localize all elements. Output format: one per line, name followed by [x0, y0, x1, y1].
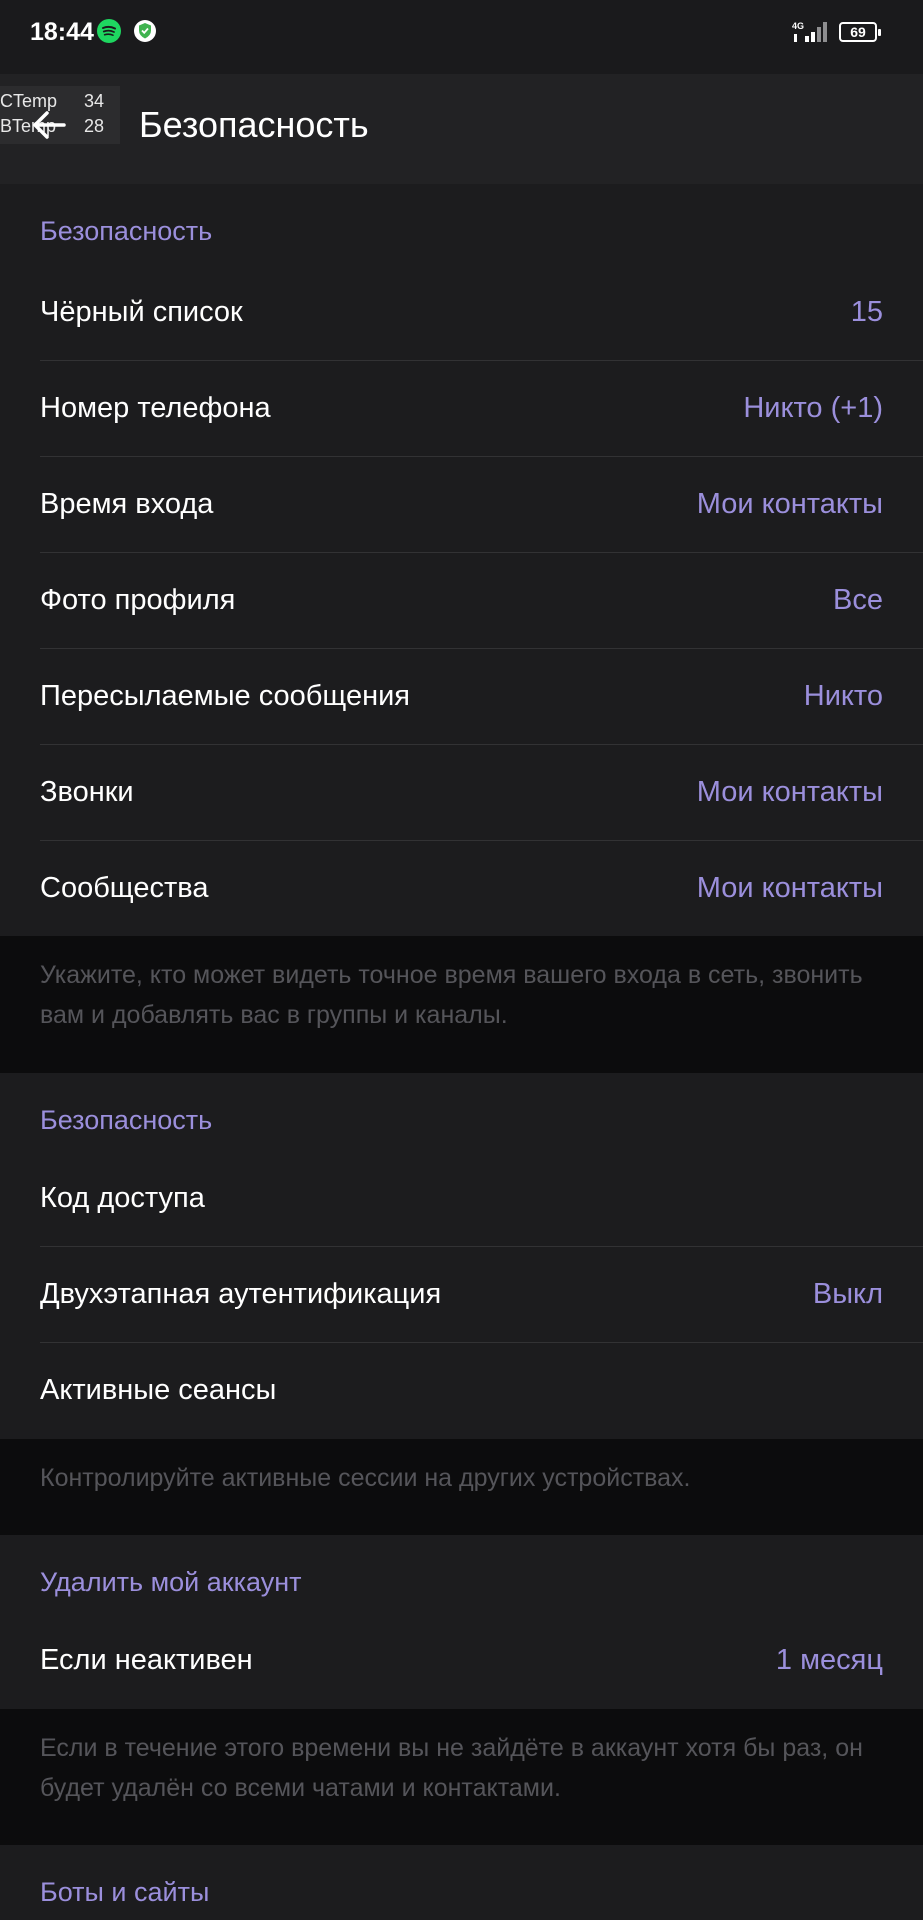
section-hint: Контролируйте активные сессии на других … — [0, 1439, 923, 1535]
status-right: 4G 69 — [791, 20, 883, 44]
forwarded-messages-row[interactable]: Пересылаемые сообщения Никто — [0, 649, 923, 745]
arrow-left-icon — [33, 111, 66, 139]
section-header: Удалить мой аккаунт — [40, 1567, 302, 1597]
row-value: 1 месяц — [775, 1644, 883, 1676]
row-label: Чёрный список — [40, 296, 243, 328]
row-label: Сообщества — [40, 872, 209, 904]
calls-row[interactable]: Звонки Мои контакты — [0, 745, 923, 841]
section-header: Безопасность — [40, 216, 213, 246]
row-label: Звонки — [40, 776, 134, 808]
bots-sites-section: Боты и сайты — [0, 1845, 923, 1920]
row-label: Номер телефона — [40, 392, 271, 424]
row-label: Код доступа — [40, 1182, 205, 1214]
blacklist-row[interactable]: Чёрный список 15 — [0, 265, 923, 361]
privacy-section: Безопасность Чёрный список 15 Номер теле… — [0, 184, 923, 936]
hint-text: Если в течение этого времени вы не зайдё… — [40, 1734, 863, 1802]
phone-number-row[interactable]: Номер телефона Никто (+1) — [0, 361, 923, 457]
row-label: Двухэтапная аутентификация — [40, 1278, 442, 1310]
delete-account-section: Удалить мой аккаунт Если неактивен 1 мес… — [0, 1535, 923, 1709]
two-step-auth-row[interactable]: Двухэтапная аутентификация Выкл — [0, 1247, 923, 1343]
row-value: Выкл — [812, 1278, 883, 1310]
hint-text: Укажите, кто может видеть точное время в… — [40, 961, 863, 1029]
row-label: Активные сеансы — [40, 1374, 277, 1406]
status-time: 18:44 — [30, 18, 94, 46]
row-label: Пересылаемые сообщения — [40, 680, 410, 712]
signal-icon: 4G — [791, 20, 831, 44]
if-inactive-row[interactable]: Если неактивен 1 месяц — [0, 1613, 923, 1709]
row-label: Время входа — [40, 488, 214, 520]
security-section: Безопасность Код доступа Двухэтапная аут… — [0, 1073, 923, 1439]
overlay-value: 34 — [84, 91, 105, 111]
row-label: Фото профиля — [40, 584, 236, 616]
section-hint: Если в течение этого времени вы не зайдё… — [0, 1709, 923, 1845]
page-title: Безопасность — [139, 104, 369, 145]
profile-photo-row[interactable]: Фото профиля Все — [0, 553, 923, 649]
overlay-value: 28 — [84, 116, 105, 136]
row-value: Мои контакты — [696, 776, 883, 808]
row-value: Мои контакты — [696, 872, 883, 904]
row-value: Мои контакты — [696, 488, 883, 520]
back-button[interactable] — [26, 102, 72, 148]
last-seen-row[interactable]: Время входа Мои контакты — [0, 457, 923, 553]
battery-icon: 69 — [839, 22, 881, 42]
row-label: Если неактивен — [40, 1644, 253, 1676]
row-value: Никто — [803, 680, 883, 712]
row-value: 15 — [850, 296, 883, 328]
section-header: Боты и сайты — [40, 1877, 210, 1907]
section-header: Безопасность — [40, 1105, 213, 1135]
svg-text:4G: 4G — [792, 21, 804, 31]
row-value: Никто (+1) — [743, 392, 883, 424]
status-bar: 18:44 4G 69 — [0, 0, 923, 74]
spotify-icon — [97, 19, 121, 43]
communities-row[interactable]: Сообщества Мои контакты — [0, 841, 923, 937]
hint-text: Контролируйте активные сессии на других … — [40, 1464, 691, 1492]
passcode-row[interactable]: Код доступа — [0, 1151, 923, 1247]
shield-icon — [133, 19, 157, 43]
section-hint: Укажите, кто может видеть точное время в… — [0, 936, 923, 1073]
row-value: Все — [833, 584, 883, 616]
active-sessions-row[interactable]: Активные сеансы — [0, 1343, 923, 1439]
